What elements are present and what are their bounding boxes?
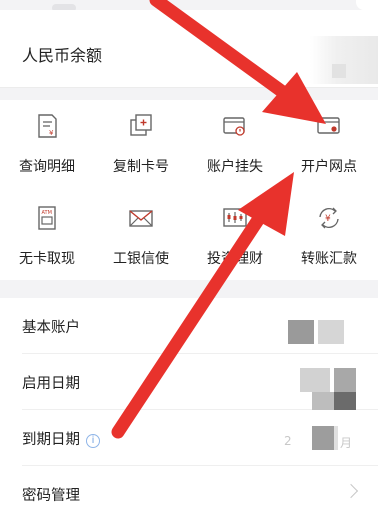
masked-value — [334, 426, 338, 450]
invest-chart-icon — [223, 208, 247, 227]
service-icbc-messenger[interactable]: 工银信使 — [94, 192, 188, 272]
top-edge-card — [356, 0, 378, 10]
masked-value — [318, 320, 344, 344]
masked-value — [334, 392, 356, 410]
row-label: 基本账户 — [22, 320, 80, 336]
service-label: 转账汇款 — [301, 251, 357, 267]
service-label: 无卡取现 — [19, 251, 75, 267]
service-copy-card-number[interactable]: 复制卡号 — [94, 100, 188, 180]
copy-icon — [130, 114, 152, 136]
service-label: 开户网点 — [301, 159, 357, 175]
expiry-date-suffix: 月 — [340, 436, 353, 450]
service-transfer-remittance[interactable]: ¥ 转账汇款 — [282, 192, 376, 272]
balance-label: 人民币余额 — [22, 46, 103, 65]
info-icon[interactable]: i — [86, 434, 100, 448]
transfer-yen-icon: ¥ — [319, 207, 339, 229]
service-investment[interactable]: 投资理财 — [188, 192, 282, 272]
row-label: 启用日期 — [22, 376, 80, 392]
service-query-details[interactable]: ¥ 查询明细 — [0, 100, 94, 180]
masked-value — [334, 368, 356, 392]
masked-value — [288, 320, 314, 344]
balance-mask — [310, 36, 378, 84]
masked-value — [312, 392, 334, 410]
row-label: 到期日期 i — [22, 428, 100, 449]
service-label: 账户挂失 — [207, 159, 263, 175]
services-grid: ¥ 查询明细 复制卡号 账户挂失 开户网点 ATM 无卡取现 工银信使 投资理财… — [0, 100, 378, 280]
service-label: 投资理财 — [207, 251, 263, 267]
statement-icon: ¥ — [38, 114, 57, 138]
chevron-right-icon — [343, 483, 359, 499]
service-label: 复制卡号 — [113, 159, 169, 175]
balance-card: 人民币余额 — [0, 10, 378, 88]
row-password-management[interactable]: 密码管理 — [0, 466, 378, 522]
masked-value — [300, 368, 330, 392]
service-label: 工银信使 — [113, 251, 169, 267]
svg-text:¥: ¥ — [325, 214, 331, 224]
service-label: 查询明细 — [19, 159, 75, 175]
service-cardless-withdrawal[interactable]: ATM 无卡取现 — [0, 192, 94, 272]
envelope-icon — [129, 210, 153, 227]
service-report-loss[interactable]: 账户挂失 — [188, 100, 282, 180]
masked-value — [312, 426, 334, 450]
branch-location-icon — [317, 117, 340, 134]
service-branch-locator[interactable]: 开户网点 — [282, 100, 376, 180]
expiry-date-partial: 2 — [284, 434, 292, 448]
card-lock-icon — [223, 117, 245, 136]
svg-text:ATM: ATM — [42, 210, 52, 216]
atm-icon: ATM — [38, 206, 56, 230]
row-label: 密码管理 — [22, 488, 80, 504]
svg-text:¥: ¥ — [49, 129, 54, 137]
